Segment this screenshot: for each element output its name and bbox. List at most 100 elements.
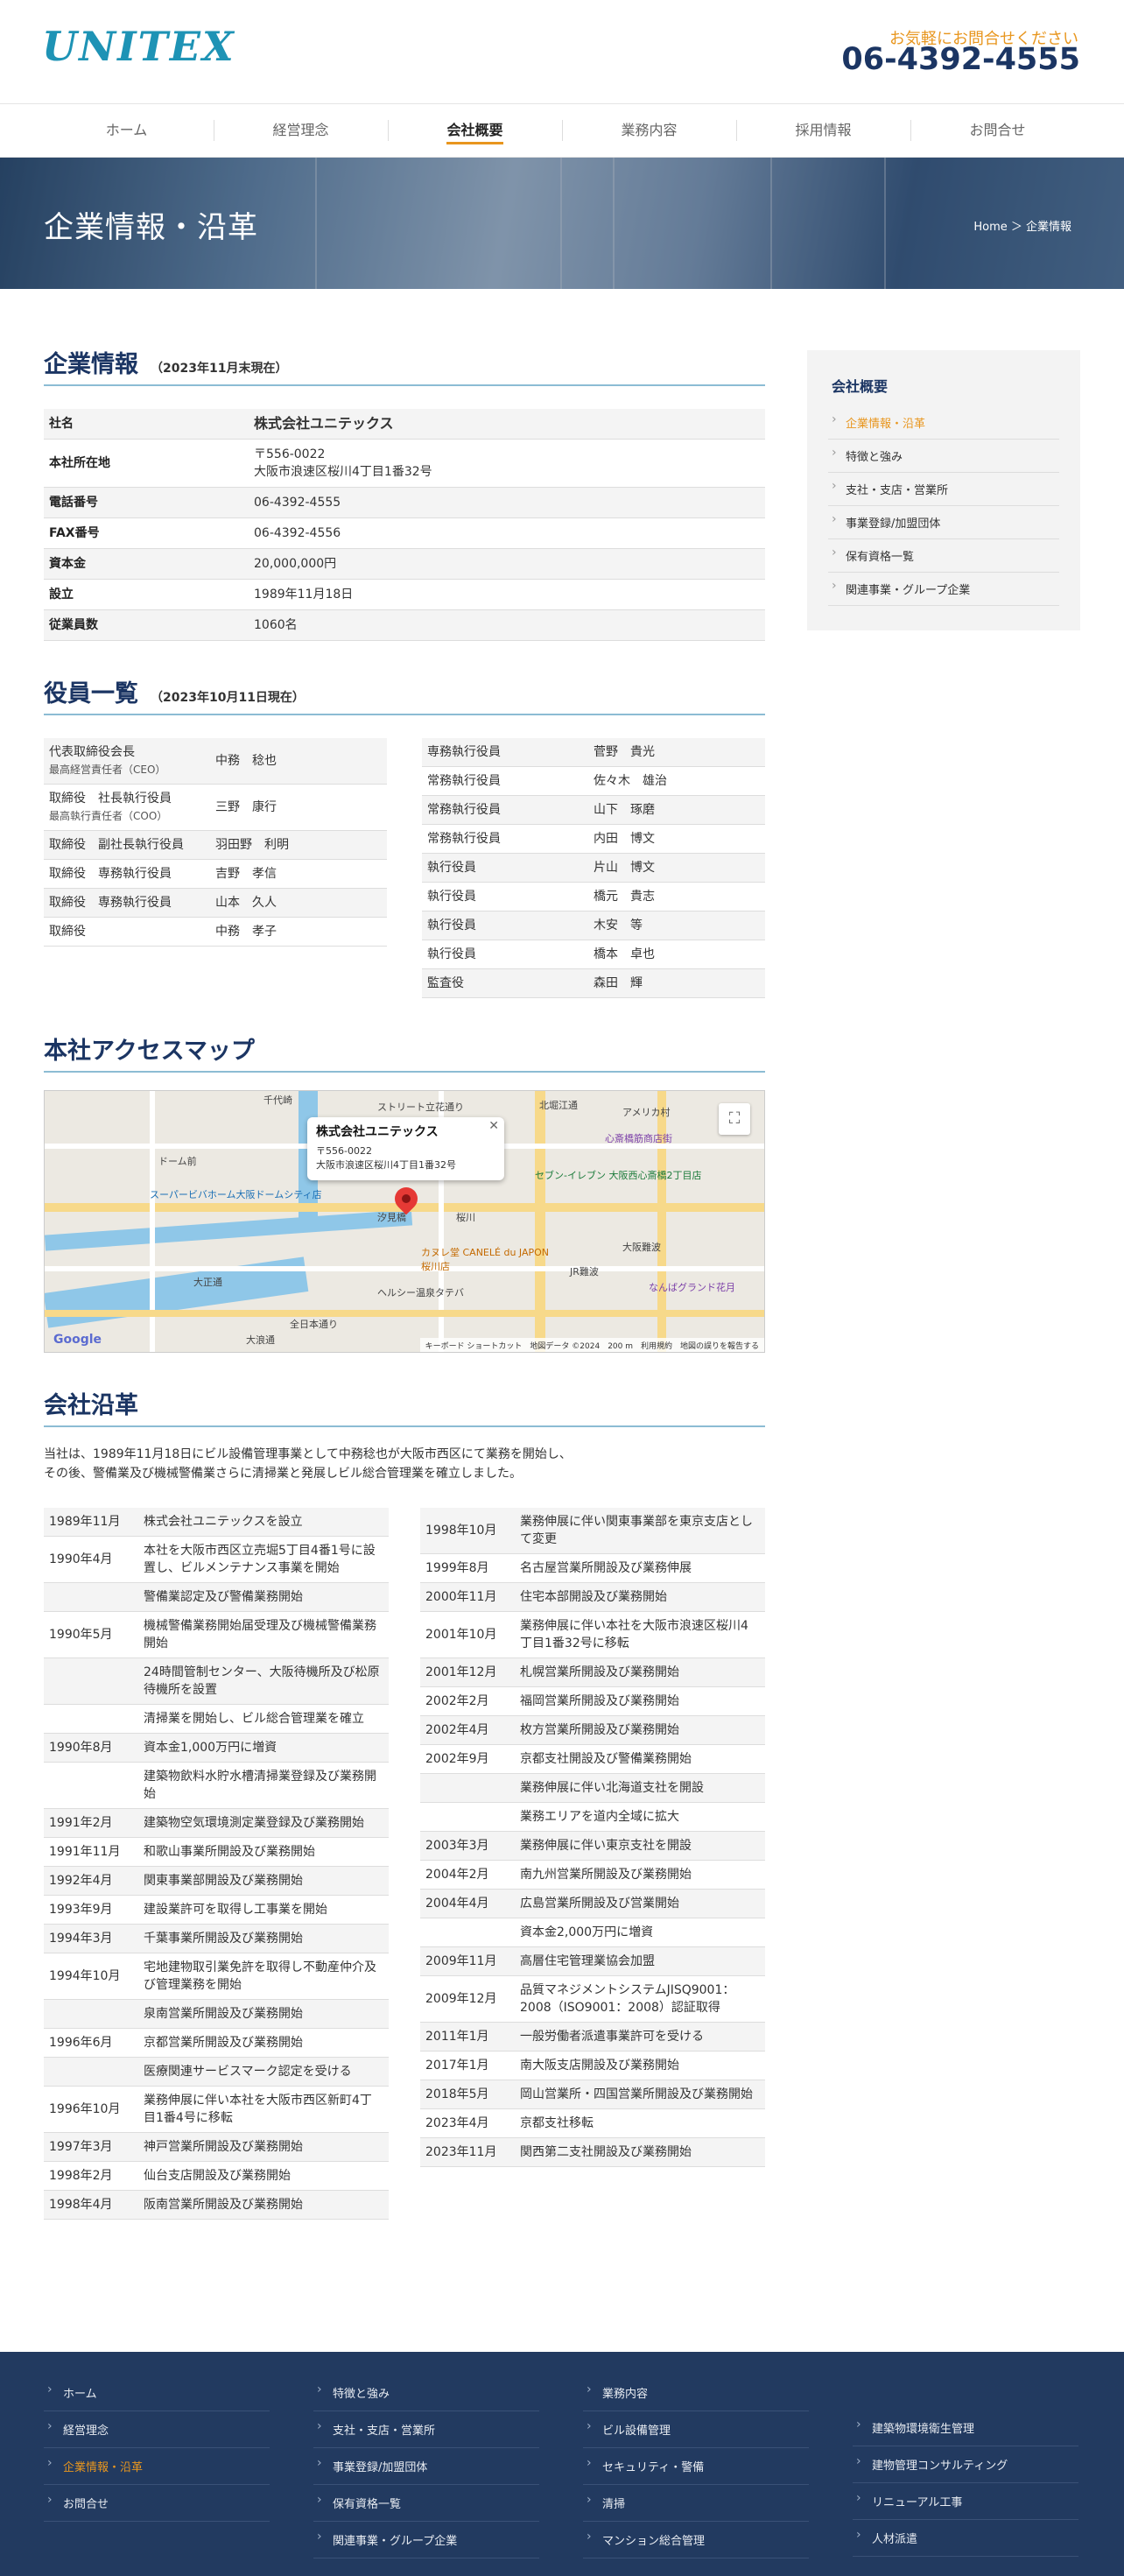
history-date: 2018年5月 [420, 2080, 515, 2109]
footer-col-4: 建築物環境衛生管理建物管理コンサルティングリニューアル工事人材派遣 [853, 2410, 1078, 2557]
nav-item[interactable]: 採用情報 [736, 104, 910, 157]
footer-link[interactable]: 人材派遣 [853, 2520, 1078, 2557]
table-row: 1997年3月 神戸営業所開設及び業務開始 [44, 2132, 389, 2162]
google-logo: Google [53, 1333, 102, 1347]
history-date: 2004年4月 [420, 1889, 515, 1918]
history-text: 住宅本部開設及び業務開始 [515, 1582, 765, 1612]
nav-item[interactable]: 業務内容 [562, 104, 736, 157]
nav-item[interactable]: 経営理念 [214, 104, 388, 157]
footer-link[interactable]: 保有資格一覧 [313, 2485, 539, 2522]
company-info-table: 社名 株式会社ユニテックス 本社所在地 〒556-0022 大阪市浪速区桜川4丁目1番3… [44, 409, 765, 641]
table-row: 本社所在地 〒556-0022 大阪市浪速区桜川4丁目1番32号 [44, 439, 765, 488]
footer-link[interactable]: ビル設備管理 [583, 2411, 809, 2448]
map-label: 桜川 [456, 1212, 475, 1223]
table-row: 2002年9月 京都支社開設及び警備業務開始 [420, 1744, 765, 1774]
table-row: 資本金 20,000,000円 [44, 548, 765, 580]
info-value-text: 大阪市浪速区桜川4丁目1番32号 [254, 465, 432, 479]
table-row: 2009年12月 品質マネジメントシステムJISQ9001：2008（ISO900… [420, 1975, 765, 2023]
nav-item[interactable]: お問合せ [910, 104, 1085, 157]
history-text: 建築物空気環境測定業登録及び業務開始 [138, 1808, 389, 1838]
sidebar-item[interactable]: 事業登録/加盟団体 [828, 506, 1059, 539]
table-row: 2004年2月 南九州営業所開設及び業務開始 [420, 1860, 765, 1890]
footer-link[interactable]: 支社・支店・営業所 [313, 2411, 539, 2448]
table-row: 取締役 社長執行役員 最高執行責任者（COO） 三野 康行 [44, 784, 387, 831]
table-row: 2002年4月 枚方営業所開設及び業務開始 [420, 1715, 765, 1745]
footer-link[interactable]: リニューアル工事 [853, 2483, 1078, 2520]
map-footer[interactable]: キーボード ショートカット 地図データ ©2024 200 m 利用規約 地図の… [419, 1338, 764, 1352]
footer-link[interactable]: 建物管理コンサルティング [853, 2446, 1078, 2483]
info-value: 06-4392-4555 [249, 487, 765, 518]
table-row: 業務エリアを道内全域に拡大 [420, 1802, 765, 1832]
nav-item[interactable]: ホーム [39, 104, 214, 157]
footer-link[interactable]: 企業情報・沿革 [44, 2448, 270, 2485]
footer-link[interactable]: ホーム [44, 2375, 270, 2411]
footer-link[interactable]: 建築物環境衛生管理 [853, 2410, 1078, 2446]
sidebar-item[interactable]: 企業情報・沿革 [828, 406, 1059, 440]
sidebar-item[interactable]: 特徴と強み [828, 440, 1059, 473]
phone-number[interactable]: 06-4392-4555 [841, 42, 1080, 77]
table-row: 警備業認定及び警備業務開始 [44, 1582, 389, 1612]
access-map[interactable]: 千代崎 ドーム前 スーパービバホーム大阪ドームシティ店 ストリート立花通り 北堀… [44, 1090, 765, 1353]
info-key: 資本金 [44, 548, 249, 580]
map-label: 心斎橋筋商店街 [605, 1133, 672, 1144]
table-row: 資本金2,000万円に増資 [420, 1918, 765, 1947]
page-title: 企業情報・沿革 [44, 210, 258, 245]
officer-role-text: 常務執行役員 [427, 832, 501, 846]
footer-link[interactable]: 関連事業・グループ企業 [313, 2522, 539, 2558]
history-table-right: 1998年10月 業務伸展に伴い関東事業部を東京支店として変更 1999年8月 名古屋… [420, 1508, 765, 2167]
history-date [420, 1802, 515, 1832]
officer-role-text: 執行役員 [427, 890, 476, 904]
nav-item[interactable]: 会社概要 [388, 104, 562, 157]
history-text: 神戸営業所開設及び業務開始 [138, 2132, 389, 2162]
history-date: 1991年2月 [44, 1808, 138, 1838]
officer-name: 羽田野 利明 [210, 830, 387, 860]
table-row: 24時間管制センター、大阪待機所及び松原待機所を設置 [44, 1658, 389, 1705]
history-date: 1990年8月 [44, 1733, 138, 1763]
table-row: FAX番号 06-4392-4556 [44, 517, 765, 549]
footer-link[interactable]: セキュリティ・警備 [583, 2448, 809, 2485]
sidebar-item[interactable]: 関連事業・グループ企業 [828, 573, 1059, 606]
footer-link[interactable]: 清掃 [583, 2485, 809, 2522]
footer-link[interactable]: 経営理念 [44, 2411, 270, 2448]
sidebar-item[interactable]: 保有資格一覧 [828, 539, 1059, 573]
info-value-text: 〒556-0022 [254, 447, 326, 461]
footer-link[interactable]: 特徴と強み [313, 2375, 539, 2411]
history-text: 資本金2,000万円に増資 [515, 1918, 765, 1947]
officer-role-sub: 最高執行責任者（COO） [49, 810, 168, 822]
history-table-left: 1989年11月 株式会社ユニテックスを設立 1990年4月 本社を大阪市西区立売堀5… [44, 1508, 389, 2220]
page-hero: 企業情報・沿革 Home ＞ 企業情報 [0, 158, 1124, 289]
table-row: 1999年8月 名古屋営業所開設及び業務伸展 [420, 1553, 765, 1583]
breadcrumb[interactable]: Home ＞ 企業情報 [973, 217, 1071, 234]
officer-role: 監査役 [422, 968, 588, 998]
footer-link[interactable]: 業務内容 [583, 2375, 809, 2411]
officer-role: 常務執行役員 [422, 766, 588, 796]
table-row: 常務執行役員 山下 琢磨 [422, 795, 765, 825]
fullscreen-icon[interactable]: ⛶ [719, 1103, 750, 1135]
table-row: 取締役 中務 孝子 [44, 917, 387, 947]
table-row: 執行役員 橋元 貴志 [422, 882, 765, 911]
info-value: 1989年11月18日 [249, 579, 765, 610]
officer-role-text: 監査役 [427, 976, 464, 990]
close-icon[interactable]: ✕ [488, 1119, 499, 1133]
officer-role-text: 常務執行役員 [427, 774, 501, 788]
nav-item-label: ホーム [105, 122, 148, 138]
history-date: 2023年4月 [420, 2108, 515, 2138]
table-row: 1998年2月 仙台支店開設及び業務開始 [44, 2161, 389, 2191]
sidebar: 会社概要 企業情報・沿革特徴と強み支社・支店・営業所事業登録/加盟団体保有資格一… [807, 350, 1080, 630]
map-zip: 〒556-0022 [316, 1145, 372, 1157]
footer-col-2: 特徴と強み支社・支店・営業所事業登録/加盟団体保有資格一覧関連事業・グループ企業 [313, 2375, 539, 2558]
table-row: 取締役 専務執行役員 山本 久人 [44, 888, 387, 918]
history-text: 関西第二支社開設及び業務開始 [515, 2137, 765, 2167]
map-label: 大正通 [193, 1277, 222, 1288]
sidebar-item[interactable]: 支社・支店・営業所 [828, 473, 1059, 506]
footer-link[interactable]: 事業登録/加盟団体 [313, 2448, 539, 2485]
history-text: 京都支社移転 [515, 2108, 765, 2138]
footer-link[interactable]: マンション総合管理 [583, 2522, 809, 2558]
officer-role: 執行役員 [422, 940, 588, 969]
officer-name: 佐々木 雄治 [588, 766, 765, 796]
site-logo[interactable]: UNITEX [42, 23, 235, 70]
info-value-text: 1989年11月18日 [254, 588, 354, 602]
table-row: 1989年11月 株式会社ユニテックスを設立 [44, 1508, 389, 1537]
footer-link[interactable]: お問合せ [44, 2485, 270, 2522]
officer-name: 片山 博文 [588, 853, 765, 883]
